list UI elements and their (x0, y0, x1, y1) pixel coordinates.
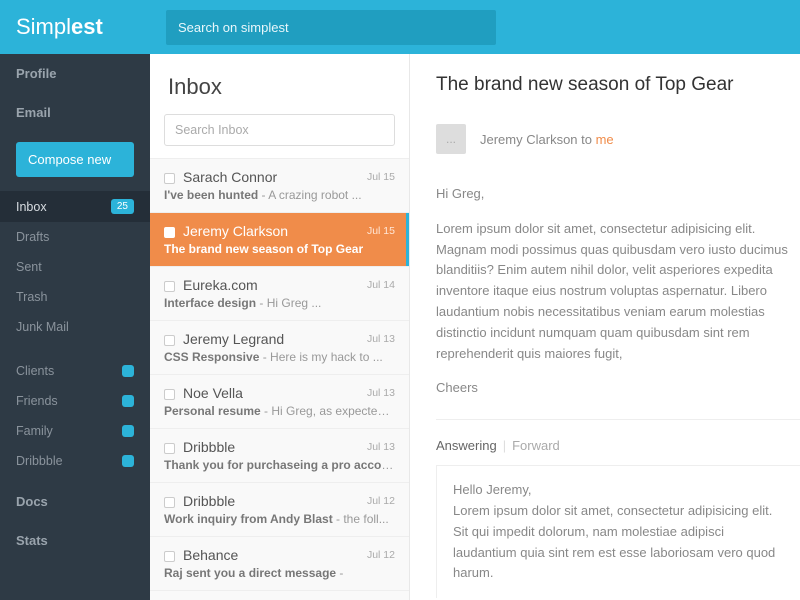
email-date: Jul 12 (367, 549, 395, 561)
message-body: Hi Greg, Lorem ipsum dolor sit amet, con… (436, 184, 800, 399)
email-subject: The brand new season of Top Gear (164, 242, 395, 256)
email-sender: Jeremy Legrand (164, 331, 284, 347)
global-search-input[interactable] (166, 10, 496, 45)
folder-trash[interactable]: Trash (0, 282, 150, 312)
message-from-row: ... Jeremy Clarkson to me (436, 124, 800, 154)
app-logo: Simplest (0, 14, 150, 40)
reply-tabs: Answering|Forward (436, 438, 800, 453)
global-search (166, 10, 496, 45)
email-item[interactable]: Dribbble Jul 12 Work inquiry from Andy Bla… (150, 483, 409, 537)
checkbox-icon[interactable] (164, 551, 175, 562)
reply-box: Answering|Forward Hello Jeremy, Lorem ip… (436, 419, 800, 598)
reply-tab-forward[interactable]: Forward (512, 438, 560, 453)
label-clients[interactable]: Clients (0, 356, 150, 386)
email-sender: Behance (164, 547, 238, 563)
checkbox-icon[interactable] (164, 335, 175, 346)
email-item[interactable]: Eureka.com Jul 14 Interface design - Hi Gr… (150, 267, 409, 321)
checkbox-icon[interactable] (164, 227, 175, 238)
email-date: Jul 15 (367, 225, 395, 237)
message-pane: The brand new season of Top Gear ... Jer… (410, 54, 800, 600)
sidebar-item-email[interactable]: Email (0, 93, 150, 132)
email-subject: Work inquiry from Andy Blast - the foll.… (164, 512, 395, 526)
email-item[interactable]: Behance Jul 12 Raj sent you a direct messa… (150, 537, 409, 591)
checkbox-icon[interactable] (164, 281, 175, 292)
email-sender: Dribbble (164, 439, 235, 455)
folder-inbox[interactable]: Inbox 25 (0, 191, 150, 222)
email-date: Jul 13 (367, 441, 395, 453)
folder-sent[interactable]: Sent (0, 252, 150, 282)
email-date: Jul 15 (367, 171, 395, 183)
label-color-icon (122, 395, 134, 407)
checkbox-icon[interactable] (164, 173, 175, 184)
email-subject: Interface design - Hi Greg ... (164, 296, 395, 310)
sidebar-item-docs[interactable]: Docs (0, 482, 150, 521)
sender-avatar: ... (436, 124, 466, 154)
email-list-pane: Inbox Sarach Connor Jul 15 I've been hunte… (150, 54, 410, 600)
email-date: Jul 14 (367, 279, 395, 291)
message-title: The brand new season of Top Gear (436, 74, 800, 96)
email-date: Jul 13 (367, 333, 395, 345)
checkbox-icon[interactable] (164, 497, 175, 508)
email-item[interactable]: Sarach Connor Jul 15 I've been hunted - A … (150, 159, 409, 213)
email-subject: Personal resume - Hi Greg, as expected .… (164, 404, 395, 418)
folder-drafts[interactable]: Drafts (0, 222, 150, 252)
inbox-title: Inbox (150, 54, 409, 114)
email-sender: Sarach Connor (164, 169, 277, 185)
inbox-count-badge: 25 (111, 199, 134, 214)
email-sender: Jeremy Clarkson (164, 223, 288, 239)
sidebar-item-stats[interactable]: Stats (0, 521, 150, 560)
checkbox-icon[interactable] (164, 389, 175, 400)
email-subject: CSS Responsive - Here is my hack to ... (164, 350, 395, 364)
email-item[interactable]: Jeremy Clarkson Jul 15 The brand new seaso… (150, 213, 409, 267)
email-item[interactable]: Noe Vella Jul 13 Personal resume - Hi Greg… (150, 375, 409, 429)
folder-junk[interactable]: Junk Mail (0, 312, 150, 342)
inbox-search-input[interactable] (164, 114, 395, 146)
checkbox-icon[interactable] (164, 443, 175, 454)
label-color-icon (122, 365, 134, 377)
reply-editor[interactable]: Hello Jeremy, Lorem ipsum dolor sit amet… (436, 465, 800, 598)
email-subject: Thank you for purchaseing a pro account (164, 458, 395, 472)
email-item[interactable]: Jeremy Legrand Jul 13 CSS Responsive - Her… (150, 321, 409, 375)
topbar: Simplest (0, 0, 800, 54)
label-color-icon (122, 455, 134, 467)
sidebar-item-profile[interactable]: Profile (0, 54, 150, 93)
message-from: Jeremy Clarkson to me (480, 132, 614, 147)
label-dribbble[interactable]: Dribbble (0, 446, 150, 476)
email-subject: I've been hunted - A crazing robot ... (164, 188, 395, 202)
email-date: Jul 12 (367, 495, 395, 507)
label-friends[interactable]: Friends (0, 386, 150, 416)
email-sender: Eureka.com (164, 277, 258, 293)
email-sender: Noe Vella (164, 385, 243, 401)
label-family[interactable]: Family (0, 416, 150, 446)
email-sender: Dribbble (164, 493, 235, 509)
label-color-icon (122, 425, 134, 437)
sidebar: Profile Email Compose new Inbox 25 Draft… (0, 54, 150, 600)
compose-button[interactable]: Compose new (16, 142, 134, 177)
folder-label: Inbox (16, 200, 47, 214)
email-item[interactable]: Dribbble Jul 13 Thank you for purchaseing … (150, 429, 409, 483)
reply-tab-answering[interactable]: Answering (436, 438, 497, 453)
email-item[interactable]: BehanceJul 12 (150, 591, 409, 600)
email-subject: Raj sent you a direct message - (164, 566, 395, 580)
email-date: Jul 13 (367, 387, 395, 399)
